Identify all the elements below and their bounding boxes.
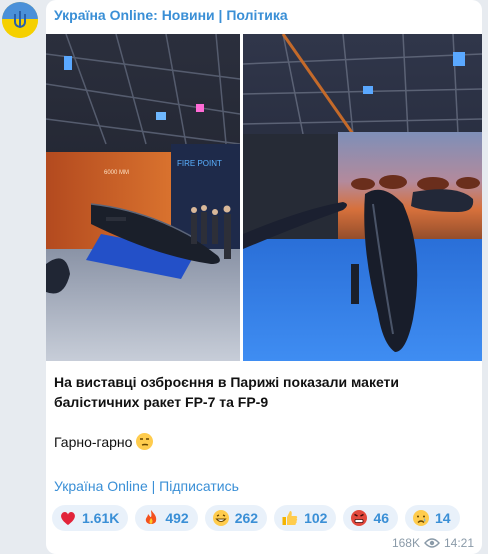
reaction-count: 14 [435,510,451,526]
thumbs-up-icon [282,511,298,525]
range-sign: 6000 MM [104,170,129,176]
reaction-count: 46 [373,510,390,526]
reaction-thumbs-up[interactable]: 102 [274,505,337,531]
channel-name[interactable]: Україна Online: Новини | Політика [54,7,288,23]
reaction-heart[interactable]: 1.61K [52,505,129,531]
subscribe-link[interactable]: Україна Online | Підписатись [54,478,239,494]
post-headline: На виставці озброєння в Парижі показали … [54,374,400,410]
reaction-crying[interactable]: 14 [405,505,460,531]
message-time: 14:21 [443,536,474,550]
missile-display-image [243,34,482,361]
reaction-count: 1.61K [82,510,120,526]
reaction-count: 492 [165,510,189,526]
unamused-face-icon [136,433,154,450]
post-comment: Гарно-гарно [54,432,479,452]
message-bubble: Україна Online: Новини | Політика FIRE P… [46,0,482,554]
heart-icon [61,512,75,525]
view-count: 168K [391,536,420,550]
trident-icon [14,11,26,29]
post-comment-text: Гарно-гарно [54,434,133,450]
booth-sign: FIRE POINT [177,159,222,168]
angry-face-icon [351,510,368,526]
fire-icon [146,510,157,524]
crying-face-icon [413,510,430,526]
reaction-count: 262 [234,510,259,526]
left-photo[interactable]: FIRE POINT 6000 MM [46,34,240,361]
reaction-fire[interactable]: 492 [135,505,198,531]
reactions-bar: 1.61K 492 262 102 46 14 [52,505,460,531]
grin-face-icon [212,510,229,526]
channel-avatar[interactable] [2,2,38,38]
reaction-grin[interactable]: 262 [204,505,268,531]
reaction-angry[interactable]: 46 [343,505,399,531]
exhibition-hall-image: FIRE POINT 6000 MM [46,34,240,361]
message-meta: 168K 14:21 [392,536,474,550]
reaction-count: 102 [304,510,328,526]
eye-icon [424,538,440,548]
right-photo[interactable] [243,34,482,361]
